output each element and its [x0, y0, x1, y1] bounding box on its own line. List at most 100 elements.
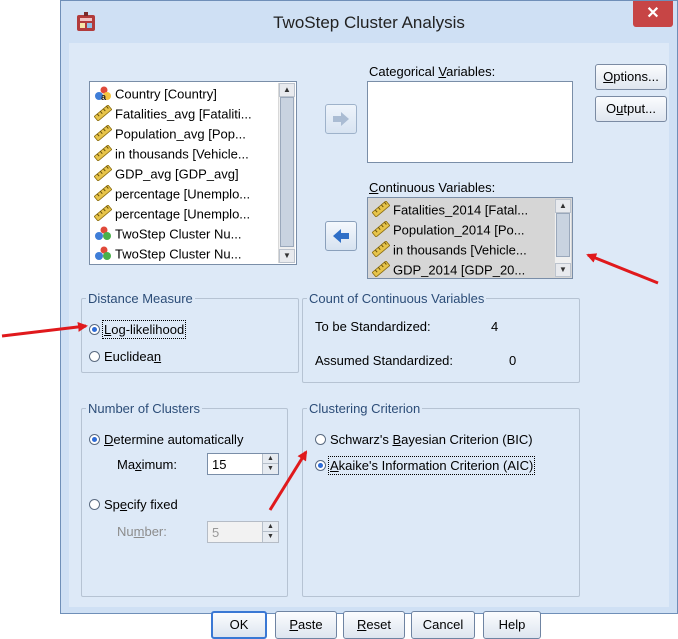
count-continuous-group: Count of Continuous Variables [302, 291, 580, 383]
list-item[interactable]: percentage [Unemplo... [92, 204, 277, 224]
spin-down-icon[interactable]: ▼ [262, 464, 278, 474]
reset-button[interactable]: Reset [343, 611, 405, 639]
maximum-value: 15 [212, 457, 227, 472]
scroll-down-icon[interactable]: ▼ [555, 263, 571, 277]
clustering-criterion-group: Clustering Criterion [302, 401, 580, 597]
scroll-up-icon[interactable]: ▲ [279, 83, 295, 97]
count-continuous-legend: Count of Continuous Variables [309, 291, 485, 306]
dialog-body: a Country [Country] Fatalities_avg [Fatali… [69, 43, 669, 639]
radio-unselected-icon [89, 499, 100, 510]
number-spinner[interactable]: 5 ▲ ▼ [207, 521, 279, 543]
list-item-label: in thousands [Vehicle... [393, 242, 527, 258]
ok-button[interactable]: OK [211, 611, 267, 639]
nominal-string-icon: a [95, 86, 111, 101]
assumed-standardized-label: Assumed Standardized: [315, 353, 454, 368]
specify-fixed-radio[interactable]: Specify fixed [89, 497, 178, 512]
scale-ruler-icon [94, 105, 112, 121]
options-button[interactable]: Options... [595, 64, 667, 90]
arrow-left-icon [333, 229, 349, 243]
list-item[interactable]: TwoStep Cluster Nu... [92, 224, 277, 244]
scroll-up-icon[interactable]: ▲ [555, 199, 571, 213]
scale-ruler-icon [94, 145, 112, 161]
scroll-down-icon[interactable]: ▼ [279, 249, 295, 263]
paste-button[interactable]: Paste [275, 611, 337, 639]
radio-selected-icon [315, 460, 326, 471]
list-item-label: Fatalities_avg [Fataliti... [115, 106, 252, 122]
list-item[interactable]: GDP_2014 [GDP_20... [370, 260, 553, 278]
list-item[interactable]: in thousands [Vehicle... [92, 144, 277, 164]
to-be-standardized-value: 4 [491, 319, 499, 334]
help-button[interactable]: Help [483, 611, 541, 639]
number-value: 5 [212, 525, 220, 540]
title-bar[interactable]: TwoStep Cluster Analysis ✕ [61, 1, 677, 43]
nominal-cluster-icon [95, 226, 111, 240]
radio-unselected-icon [89, 351, 100, 362]
list-item-label: in thousands [Vehicle... [115, 146, 249, 162]
categorical-label: Categorical Variables: [369, 64, 496, 79]
loglikelihood-radio[interactable]: Log-likelihood [89, 320, 187, 339]
aic-radio[interactable]: Akaike's Information Criterion (AIC) [315, 456, 536, 475]
close-button[interactable]: ✕ [633, 1, 673, 27]
spin-up-icon[interactable]: ▲ [262, 522, 278, 532]
euclidean-radio[interactable]: Euclidean [89, 349, 161, 364]
twostep-dialog: TwoStep Cluster Analysis ✕ a Country [Cou… [60, 0, 678, 639]
scale-ruler-icon [94, 205, 112, 221]
move-to-continuous-button[interactable] [325, 221, 357, 251]
window-title: TwoStep Cluster Analysis [273, 13, 465, 32]
list-item-label: percentage [Unemplo... [115, 186, 251, 202]
list-item[interactable]: Fatalities_2014 [Fatal... [370, 200, 553, 220]
cancel-button[interactable]: Cancel [411, 611, 475, 639]
list-item[interactable]: Population_avg [Pop... [92, 124, 277, 144]
bic-radio[interactable]: Schwarz's Bayesian Criterion (BIC) [315, 432, 533, 447]
scale-ruler-icon [372, 221, 390, 237]
clustering-criterion-legend: Clustering Criterion [309, 401, 421, 416]
maximum-label: Maximum: [117, 457, 177, 472]
list-item-label: TwoStep Cluster Nu... [115, 246, 242, 262]
scale-ruler-icon [94, 165, 112, 181]
list-item-label: Population_2014 [Po... [393, 222, 525, 238]
continuous-variable-list[interactable]: Fatalities_2014 [Fatal... Population_2014… [367, 197, 573, 279]
list-item-label: TwoStep Cluster Nu... [115, 226, 242, 242]
list-item-label: percentage [Unemplo... [115, 206, 251, 222]
radio-selected-icon [89, 434, 100, 445]
source-list-scrollbar[interactable]: ▲ ▼ [278, 83, 295, 263]
number-of-clusters-legend: Number of Clusters [88, 401, 200, 416]
radio-selected-icon [89, 324, 100, 335]
list-item[interactable]: Population_2014 [Po... [370, 220, 553, 240]
list-item-label: Country [Country] [115, 86, 217, 102]
scroll-thumb[interactable] [280, 97, 294, 247]
output-button[interactable]: Output... [595, 96, 667, 122]
list-item[interactable]: GDP_avg [GDP_avg] [92, 164, 277, 184]
radio-unselected-icon [315, 434, 326, 445]
distance-measure-legend: Distance Measure [88, 291, 193, 306]
list-item[interactable]: a Country [Country] [92, 84, 277, 104]
assumed-standardized-value: 0 [509, 353, 517, 368]
spin-up-icon[interactable]: ▲ [262, 454, 278, 464]
maximum-spinner[interactable]: 15 ▲ ▼ [207, 453, 279, 475]
continuous-label: Continuous Variables: [369, 180, 496, 195]
spin-down-icon[interactable]: ▼ [262, 532, 278, 542]
list-item[interactable]: percentage [Unemplo... [92, 184, 277, 204]
categorical-variable-list[interactable] [367, 81, 573, 163]
continuous-list-scrollbar[interactable]: ▲ ▼ [554, 199, 571, 277]
scale-ruler-icon [372, 241, 390, 257]
scale-ruler-icon [94, 125, 112, 141]
list-item[interactable]: Fatalities_avg [Fataliti... [92, 104, 277, 124]
determine-automatically-radio[interactable]: Determine automatically [89, 432, 243, 447]
nominal-cluster-icon [95, 246, 111, 260]
arrow-right-icon [333, 112, 349, 126]
list-item-label: Fatalities_2014 [Fatal... [393, 202, 529, 218]
list-item-label: GDP_avg [GDP_avg] [115, 166, 239, 182]
scroll-thumb[interactable] [556, 213, 570, 257]
list-item[interactable]: in thousands [Vehicle... [370, 240, 553, 260]
move-to-categorical-button[interactable] [325, 104, 357, 134]
source-variable-list[interactable]: a Country [Country] Fatalities_avg [Fatali… [89, 81, 297, 265]
scale-ruler-icon [372, 261, 390, 277]
to-be-standardized-label: To be Standardized: [315, 319, 431, 334]
scale-ruler-icon [94, 185, 112, 201]
scale-ruler-icon [372, 201, 390, 217]
list-item-label: Population_avg [Pop... [115, 126, 246, 142]
list-item[interactable]: TwoStep Cluster Nu... [92, 244, 277, 264]
list-item-label: GDP_2014 [GDP_20... [393, 262, 526, 278]
number-label: Number: [117, 524, 167, 539]
